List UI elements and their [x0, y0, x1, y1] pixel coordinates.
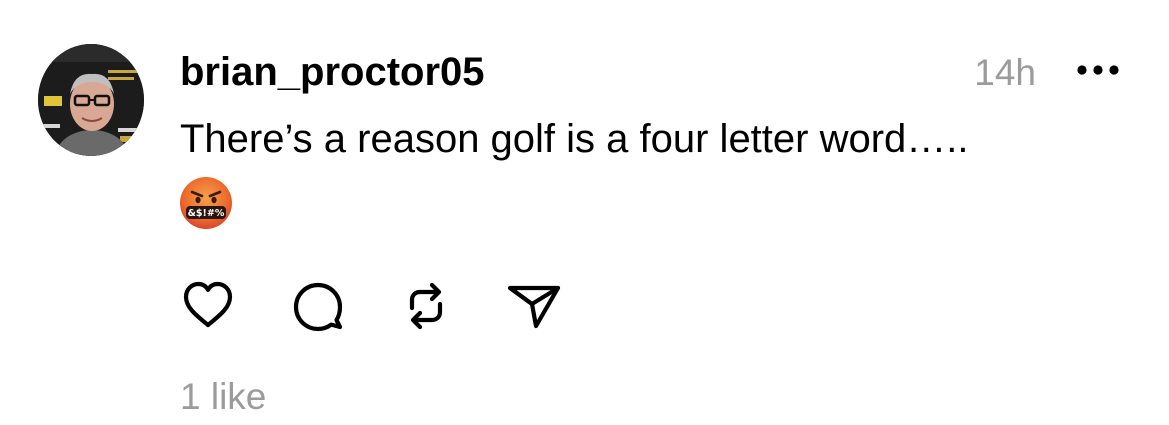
like-button[interactable] [180, 278, 236, 334]
likes-count[interactable]: 1 like [180, 374, 266, 420]
send-icon [507, 285, 561, 329]
post-timestamp: 14h [974, 52, 1036, 93]
emoji-symbols: &$!#% [188, 208, 225, 219]
face-with-symbols-on-mouth-emoji: &$!#% [178, 175, 234, 231]
reply-button[interactable] [290, 278, 346, 334]
heart-icon [183, 281, 233, 328]
share-button[interactable] [506, 278, 562, 334]
thread-post: brian_proctor05 14h There’s a reason gol… [0, 0, 1169, 425]
repost-icon [409, 282, 443, 330]
comment-icon [293, 282, 343, 332]
post-actions-bar [180, 278, 580, 334]
repost-button[interactable] [398, 278, 454, 334]
author-avatar[interactable] [38, 44, 144, 156]
more-options-icon[interactable] [1075, 60, 1121, 80]
author-username[interactable]: brian_proctor05 [180, 48, 485, 96]
post-text: There’s a reason golf is a four letter w… [180, 117, 969, 161]
avatar-photo-icon [38, 44, 144, 156]
